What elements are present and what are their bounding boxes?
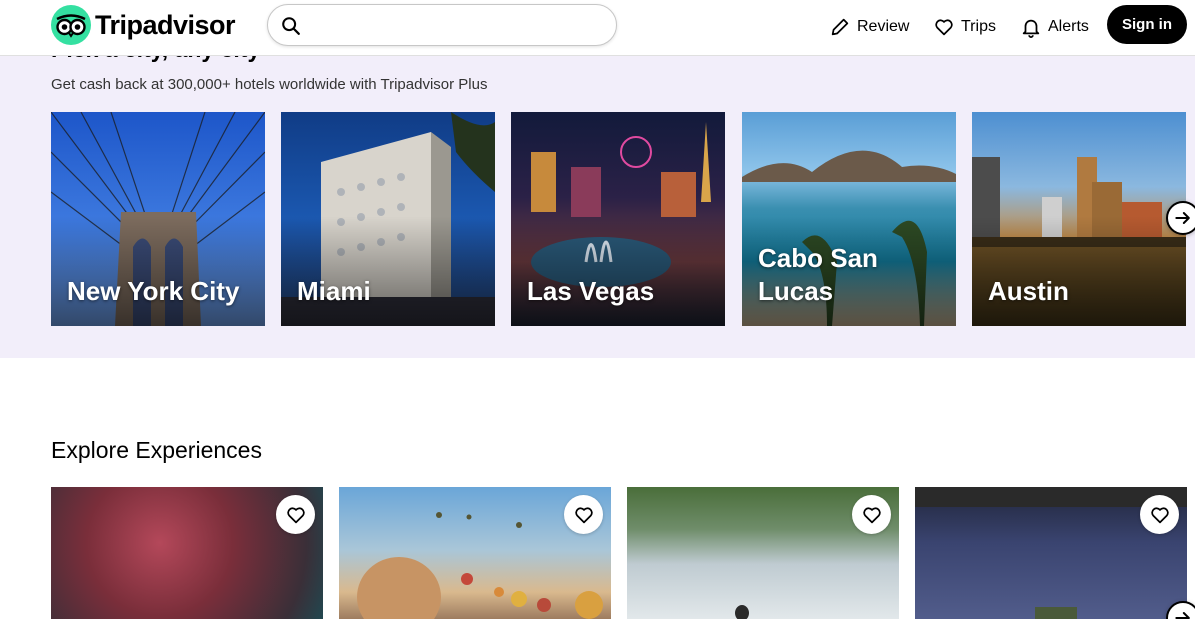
- experience-card[interactable]: [51, 487, 323, 619]
- arrow-right-icon: [1175, 612, 1190, 619]
- save-experience-button[interactable]: [1140, 495, 1179, 534]
- city-shade: [281, 216, 495, 326]
- experiences-section-title: Explore Experiences: [51, 437, 262, 463]
- experience-card[interactable]: [627, 487, 899, 619]
- city-shade: [51, 216, 265, 326]
- owl-logo-icon: [51, 5, 91, 45]
- city-name: Miami: [297, 276, 371, 306]
- city-card-cabo-san-lucas[interactable]: Cabo San Lucas: [742, 112, 956, 326]
- bell-icon: [1022, 19, 1040, 38]
- page: Pick a city, any city Get cash back at 3…: [0, 0, 1195, 619]
- arrow-right-icon: [1175, 212, 1190, 224]
- nav-trips-label: Trips: [961, 18, 996, 35]
- city-name: Las Vegas: [527, 276, 655, 306]
- heart-icon: [574, 506, 593, 523]
- heart-icon: [1150, 506, 1169, 523]
- nav-review-label: Review: [857, 18, 910, 35]
- city-name: New York City: [67, 276, 240, 306]
- pencil-icon: [831, 18, 849, 36]
- save-experience-button[interactable]: [564, 495, 603, 534]
- heart-icon: [286, 506, 305, 523]
- experience-card[interactable]: [915, 487, 1187, 619]
- tripadvisor-logo[interactable]: Tripadvisor: [51, 5, 236, 45]
- city-card-austin[interactable]: Austin: [972, 112, 1186, 326]
- site-header: Tripadvisor Review Trips Alerts Sign in: [0, 0, 1195, 56]
- cities-section-subtitle: Get cash back at 300,000+ hotels worldwi…: [51, 76, 488, 93]
- save-experience-button[interactable]: [852, 495, 891, 534]
- nav-trips[interactable]: Trips: [933, 13, 996, 41]
- heart-icon: [935, 19, 953, 36]
- city-name: Austin: [988, 276, 1069, 306]
- cities-next-button[interactable]: [1166, 201, 1195, 235]
- heart-icon: [862, 506, 881, 523]
- city-card-las-vegas[interactable]: Las Vegas: [511, 112, 725, 326]
- nav-alerts[interactable]: Alerts: [1020, 13, 1089, 41]
- city-card-new-york-city[interactable]: New York City: [51, 112, 265, 326]
- search-input[interactable]: [312, 11, 602, 39]
- city-shade: [511, 216, 725, 326]
- experience-card[interactable]: [339, 487, 611, 619]
- nav-alerts-label: Alerts: [1048, 18, 1089, 35]
- save-experience-button[interactable]: [276, 495, 315, 534]
- search-icon: [282, 17, 300, 35]
- nav-review[interactable]: Review: [829, 13, 909, 41]
- brand-name: Tripadvisor: [95, 9, 236, 40]
- city-name: Cabo San Lucas: [758, 243, 878, 306]
- sign-in-button[interactable]: Sign in: [1107, 5, 1187, 44]
- city-card-miami[interactable]: Miami: [281, 112, 495, 326]
- search-bar[interactable]: [267, 4, 617, 46]
- city-shade: [972, 216, 1186, 326]
